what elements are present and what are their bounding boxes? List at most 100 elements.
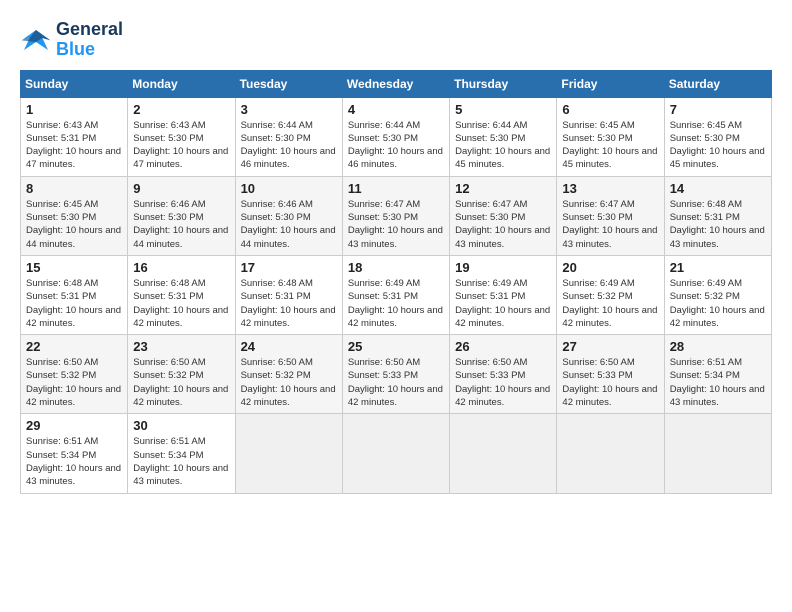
- day-info: Sunrise: 6:45 AM Sunset: 5:30 PM Dayligh…: [670, 119, 766, 172]
- day-number: 12: [455, 181, 551, 196]
- calendar-week-row: 15 Sunrise: 6:48 AM Sunset: 5:31 PM Dayl…: [21, 255, 772, 334]
- day-number: 15: [26, 260, 122, 275]
- day-info: Sunrise: 6:47 AM Sunset: 5:30 PM Dayligh…: [455, 198, 551, 251]
- calendar-cell: 4 Sunrise: 6:44 AM Sunset: 5:30 PM Dayli…: [342, 97, 449, 176]
- day-info: Sunrise: 6:43 AM Sunset: 5:30 PM Dayligh…: [133, 119, 229, 172]
- day-info: Sunrise: 6:48 AM Sunset: 5:31 PM Dayligh…: [26, 277, 122, 330]
- day-info: Sunrise: 6:49 AM Sunset: 5:31 PM Dayligh…: [455, 277, 551, 330]
- calendar-cell: 13 Sunrise: 6:47 AM Sunset: 5:30 PM Dayl…: [557, 176, 664, 255]
- day-number: 13: [562, 181, 658, 196]
- day-info: Sunrise: 6:44 AM Sunset: 5:30 PM Dayligh…: [455, 119, 551, 172]
- day-number: 16: [133, 260, 229, 275]
- day-number: 4: [348, 102, 444, 117]
- day-number: 6: [562, 102, 658, 117]
- day-number: 24: [241, 339, 337, 354]
- day-number: 30: [133, 418, 229, 433]
- calendar-cell: 21 Sunrise: 6:49 AM Sunset: 5:32 PM Dayl…: [664, 255, 771, 334]
- calendar-cell: 9 Sunrise: 6:46 AM Sunset: 5:30 PM Dayli…: [128, 176, 235, 255]
- calendar-week-row: 1 Sunrise: 6:43 AM Sunset: 5:31 PM Dayli…: [21, 97, 772, 176]
- day-number: 3: [241, 102, 337, 117]
- calendar-cell: 30 Sunrise: 6:51 AM Sunset: 5:34 PM Dayl…: [128, 414, 235, 493]
- day-info: Sunrise: 6:48 AM Sunset: 5:31 PM Dayligh…: [241, 277, 337, 330]
- calendar-cell: 14 Sunrise: 6:48 AM Sunset: 5:31 PM Dayl…: [664, 176, 771, 255]
- day-number: 25: [348, 339, 444, 354]
- day-info: Sunrise: 6:49 AM Sunset: 5:32 PM Dayligh…: [670, 277, 766, 330]
- calendar-cell: 19 Sunrise: 6:49 AM Sunset: 5:31 PM Dayl…: [450, 255, 557, 334]
- calendar-cell: 12 Sunrise: 6:47 AM Sunset: 5:30 PM Dayl…: [450, 176, 557, 255]
- calendar-cell: 24 Sunrise: 6:50 AM Sunset: 5:32 PM Dayl…: [235, 335, 342, 414]
- calendar-cell: 29 Sunrise: 6:51 AM Sunset: 5:34 PM Dayl…: [21, 414, 128, 493]
- day-number: 26: [455, 339, 551, 354]
- day-info: Sunrise: 6:44 AM Sunset: 5:30 PM Dayligh…: [348, 119, 444, 172]
- col-tuesday: Tuesday: [235, 70, 342, 97]
- col-sunday: Sunday: [21, 70, 128, 97]
- calendar-week-row: 22 Sunrise: 6:50 AM Sunset: 5:32 PM Dayl…: [21, 335, 772, 414]
- day-number: 29: [26, 418, 122, 433]
- calendar-cell: [557, 414, 664, 493]
- day-number: 8: [26, 181, 122, 196]
- calendar-cell: 27 Sunrise: 6:50 AM Sunset: 5:33 PM Dayl…: [557, 335, 664, 414]
- logo-icon: [20, 26, 52, 54]
- day-number: 28: [670, 339, 766, 354]
- calendar-cell: 5 Sunrise: 6:44 AM Sunset: 5:30 PM Dayli…: [450, 97, 557, 176]
- day-info: Sunrise: 6:48 AM Sunset: 5:31 PM Dayligh…: [670, 198, 766, 251]
- day-number: 9: [133, 181, 229, 196]
- day-number: 10: [241, 181, 337, 196]
- day-info: Sunrise: 6:49 AM Sunset: 5:31 PM Dayligh…: [348, 277, 444, 330]
- calendar-header-row: Sunday Monday Tuesday Wednesday Thursday…: [21, 70, 772, 97]
- day-number: 19: [455, 260, 551, 275]
- day-number: 1: [26, 102, 122, 117]
- day-number: 5: [455, 102, 551, 117]
- calendar-cell: 7 Sunrise: 6:45 AM Sunset: 5:30 PM Dayli…: [664, 97, 771, 176]
- day-info: Sunrise: 6:46 AM Sunset: 5:30 PM Dayligh…: [133, 198, 229, 251]
- day-number: 17: [241, 260, 337, 275]
- day-info: Sunrise: 6:45 AM Sunset: 5:30 PM Dayligh…: [562, 119, 658, 172]
- calendar-cell: 1 Sunrise: 6:43 AM Sunset: 5:31 PM Dayli…: [21, 97, 128, 176]
- col-friday: Friday: [557, 70, 664, 97]
- calendar-cell: 23 Sunrise: 6:50 AM Sunset: 5:32 PM Dayl…: [128, 335, 235, 414]
- day-info: Sunrise: 6:44 AM Sunset: 5:30 PM Dayligh…: [241, 119, 337, 172]
- calendar-cell: 8 Sunrise: 6:45 AM Sunset: 5:30 PM Dayli…: [21, 176, 128, 255]
- logo: General Blue: [20, 20, 123, 60]
- calendar-cell: 3 Sunrise: 6:44 AM Sunset: 5:30 PM Dayli…: [235, 97, 342, 176]
- day-number: 11: [348, 181, 444, 196]
- calendar-cell: 22 Sunrise: 6:50 AM Sunset: 5:32 PM Dayl…: [21, 335, 128, 414]
- calendar-cell: [664, 414, 771, 493]
- day-info: Sunrise: 6:45 AM Sunset: 5:30 PM Dayligh…: [26, 198, 122, 251]
- day-info: Sunrise: 6:51 AM Sunset: 5:34 PM Dayligh…: [670, 356, 766, 409]
- day-info: Sunrise: 6:50 AM Sunset: 5:33 PM Dayligh…: [348, 356, 444, 409]
- calendar-cell: 15 Sunrise: 6:48 AM Sunset: 5:31 PM Dayl…: [21, 255, 128, 334]
- logo-line2: Blue: [56, 40, 123, 60]
- day-number: 22: [26, 339, 122, 354]
- day-info: Sunrise: 6:50 AM Sunset: 5:32 PM Dayligh…: [26, 356, 122, 409]
- day-number: 27: [562, 339, 658, 354]
- calendar-cell: 16 Sunrise: 6:48 AM Sunset: 5:31 PM Dayl…: [128, 255, 235, 334]
- calendar-cell: 6 Sunrise: 6:45 AM Sunset: 5:30 PM Dayli…: [557, 97, 664, 176]
- day-info: Sunrise: 6:48 AM Sunset: 5:31 PM Dayligh…: [133, 277, 229, 330]
- page-header: General Blue: [20, 20, 772, 60]
- calendar-cell: 17 Sunrise: 6:48 AM Sunset: 5:31 PM Dayl…: [235, 255, 342, 334]
- day-info: Sunrise: 6:50 AM Sunset: 5:33 PM Dayligh…: [562, 356, 658, 409]
- day-info: Sunrise: 6:50 AM Sunset: 5:32 PM Dayligh…: [241, 356, 337, 409]
- col-monday: Monday: [128, 70, 235, 97]
- calendar-table: Sunday Monday Tuesday Wednesday Thursday…: [20, 70, 772, 494]
- day-number: 18: [348, 260, 444, 275]
- day-info: Sunrise: 6:49 AM Sunset: 5:32 PM Dayligh…: [562, 277, 658, 330]
- day-number: 23: [133, 339, 229, 354]
- day-info: Sunrise: 6:50 AM Sunset: 5:32 PM Dayligh…: [133, 356, 229, 409]
- calendar-cell: 18 Sunrise: 6:49 AM Sunset: 5:31 PM Dayl…: [342, 255, 449, 334]
- logo-text: General Blue: [56, 20, 123, 60]
- day-info: Sunrise: 6:46 AM Sunset: 5:30 PM Dayligh…: [241, 198, 337, 251]
- calendar-cell: 10 Sunrise: 6:46 AM Sunset: 5:30 PM Dayl…: [235, 176, 342, 255]
- calendar-cell: 20 Sunrise: 6:49 AM Sunset: 5:32 PM Dayl…: [557, 255, 664, 334]
- day-number: 20: [562, 260, 658, 275]
- col-wednesday: Wednesday: [342, 70, 449, 97]
- calendar-cell: 28 Sunrise: 6:51 AM Sunset: 5:34 PM Dayl…: [664, 335, 771, 414]
- calendar-cell: [450, 414, 557, 493]
- col-saturday: Saturday: [664, 70, 771, 97]
- day-number: 14: [670, 181, 766, 196]
- day-info: Sunrise: 6:50 AM Sunset: 5:33 PM Dayligh…: [455, 356, 551, 409]
- calendar-cell: 2 Sunrise: 6:43 AM Sunset: 5:30 PM Dayli…: [128, 97, 235, 176]
- day-info: Sunrise: 6:51 AM Sunset: 5:34 PM Dayligh…: [26, 435, 122, 488]
- day-info: Sunrise: 6:43 AM Sunset: 5:31 PM Dayligh…: [26, 119, 122, 172]
